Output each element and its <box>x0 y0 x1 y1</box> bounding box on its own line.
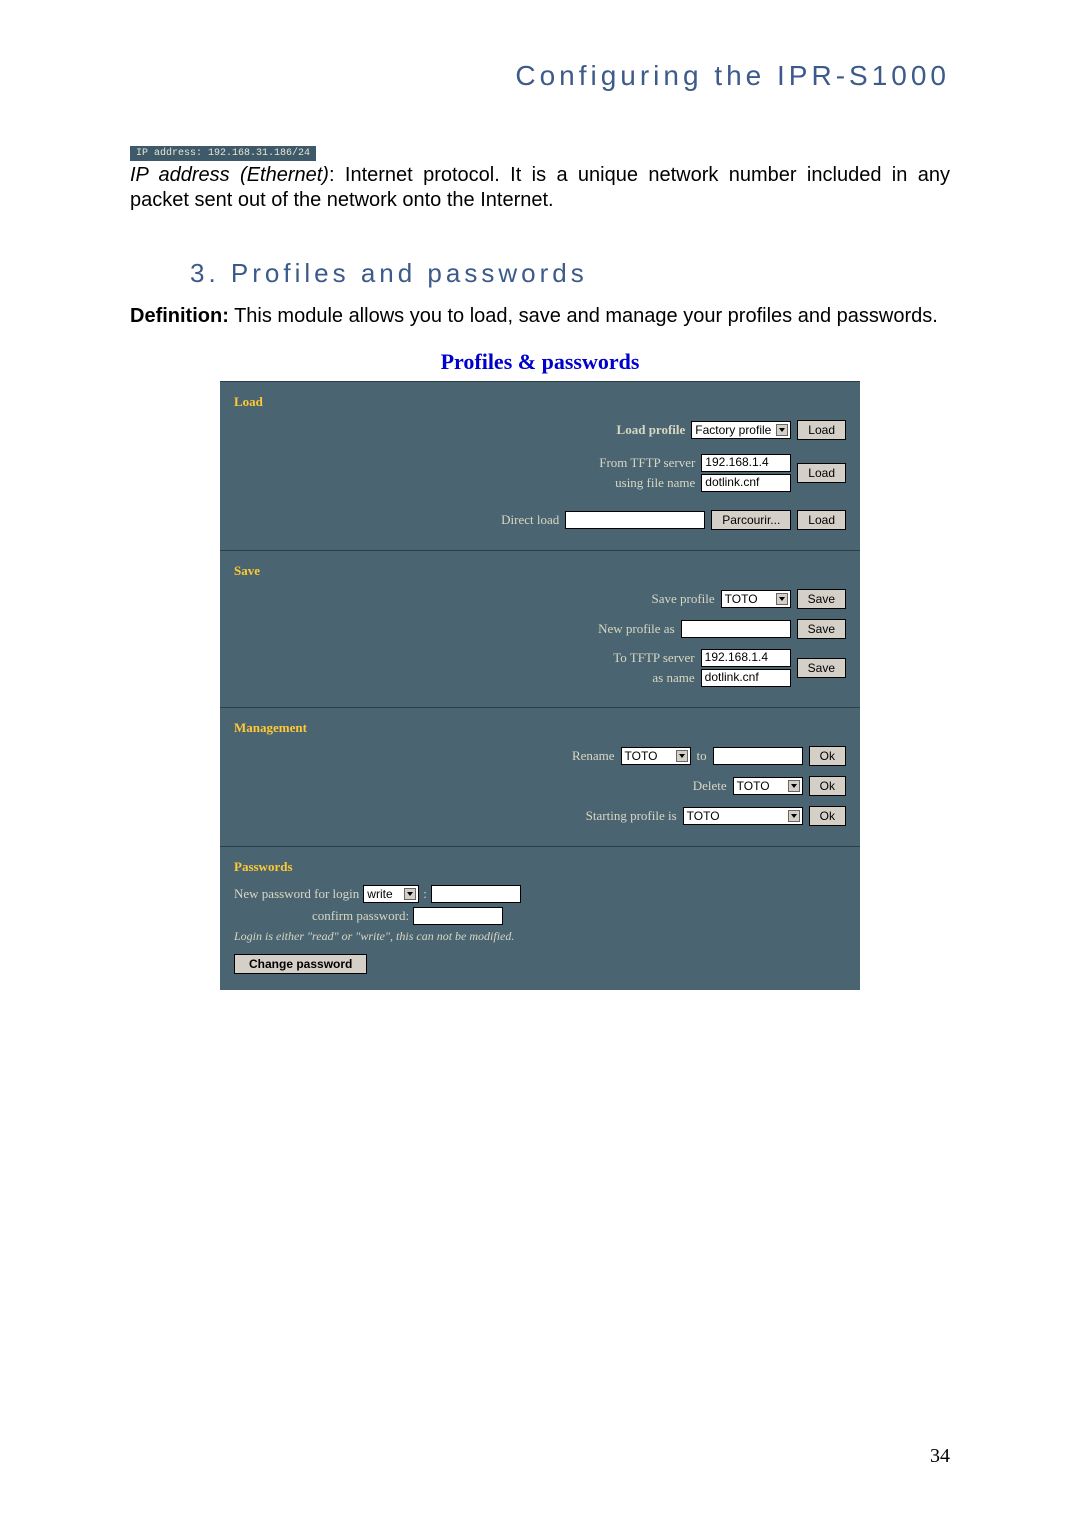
section-heading: 3. Profiles and passwords <box>190 258 950 289</box>
direct-load-button[interactable]: Load <box>797 510 846 530</box>
ip-address-snippet: IP address: 192.168.31.186/24 <box>130 146 316 161</box>
page-header: Configuring the IPR-S1000 <box>130 60 950 92</box>
ip-paragraph: IP address (Ethernet): Internet protocol… <box>130 163 950 213</box>
passwords-heading: Passwords <box>234 859 846 875</box>
new-profile-label: New profile as <box>598 621 675 637</box>
tftp-server-input[interactable]: 192.168.1.4 <box>701 454 791 472</box>
save-profile-label: Save profile <box>651 591 714 607</box>
load-profile-select[interactable]: Factory profile <box>691 421 791 439</box>
chevron-down-icon <box>679 754 685 758</box>
load-tftp-button[interactable]: Load <box>797 463 846 483</box>
save-profile-button[interactable]: Save <box>797 589 846 609</box>
definition-label: Definition: <box>130 305 229 327</box>
direct-load-input[interactable] <box>565 511 705 529</box>
embed-title: Profiles & passwords <box>220 349 860 375</box>
passwords-panel: Passwords New password for login write :… <box>220 846 860 990</box>
save-panel: Save Save profile TOTO Save New profile … <box>220 550 860 707</box>
asname-input[interactable]: dotlink.cnf <box>701 669 791 687</box>
direct-load-label: Direct load <box>501 512 559 528</box>
load-profile-button[interactable]: Load <box>797 420 846 440</box>
new-password-input[interactable] <box>431 885 521 903</box>
chevron-down-icon <box>779 597 785 601</box>
change-password-button[interactable]: Change password <box>234 954 367 974</box>
login-select[interactable]: write <box>363 885 419 903</box>
save-profile-select[interactable]: TOTO <box>721 590 791 608</box>
load-heading: Load <box>234 394 846 410</box>
new-password-label: New password for login <box>234 886 359 902</box>
confirm-password-input[interactable] <box>413 907 503 925</box>
management-panel: Management Rename TOTO to Ok Delete TOTO… <box>220 707 860 846</box>
browse-button[interactable]: Parcourir... <box>711 510 791 530</box>
chevron-down-icon <box>791 814 797 818</box>
login-note: Login is either "read" or "write", this … <box>234 929 846 944</box>
profiles-passwords-screenshot: Profiles & passwords Load Load profile F… <box>220 349 860 990</box>
chevron-down-icon <box>407 892 413 896</box>
save-heading: Save <box>234 563 846 579</box>
load-profile-label: Load profile <box>617 422 686 438</box>
new-profile-save-button[interactable]: Save <box>797 619 846 639</box>
asname-label: as name <box>652 670 694 686</box>
definition-paragraph: Definition: This module allows you to lo… <box>130 304 950 329</box>
management-heading: Management <box>234 720 846 736</box>
delete-select[interactable]: TOTO <box>733 777 803 795</box>
rename-to-input[interactable] <box>713 747 803 765</box>
starting-profile-select[interactable]: TOTO <box>683 807 803 825</box>
tftp-server-label: From TFTP server <box>599 455 695 471</box>
new-profile-input[interactable] <box>681 620 791 638</box>
save-tftp-label: To TFTP server <box>613 650 694 666</box>
chevron-down-icon <box>779 428 785 432</box>
save-tftp-button[interactable]: Save <box>797 658 846 678</box>
chevron-down-icon <box>791 784 797 788</box>
rename-to-label: to <box>697 748 707 764</box>
filename-label: using file name <box>615 475 695 491</box>
rename-from-select[interactable]: TOTO <box>621 747 691 765</box>
save-tftp-input[interactable]: 192.168.1.4 <box>701 649 791 667</box>
delete-ok-button[interactable]: Ok <box>809 776 846 796</box>
ip-term: IP address (Ethernet) <box>130 164 329 186</box>
page-number: 34 <box>930 1445 950 1468</box>
starting-profile-label: Starting profile is <box>586 808 677 824</box>
filename-input[interactable]: dotlink.cnf <box>701 474 791 492</box>
starting-ok-button[interactable]: Ok <box>809 806 846 826</box>
load-panel: Load Load profile Factory profile Load F… <box>220 381 860 550</box>
rename-label: Rename <box>572 748 615 764</box>
delete-label: Delete <box>693 778 727 794</box>
definition-text: This module allows you to load, save and… <box>229 305 938 327</box>
rename-ok-button[interactable]: Ok <box>809 746 846 766</box>
confirm-password-label: confirm password: <box>312 908 409 924</box>
